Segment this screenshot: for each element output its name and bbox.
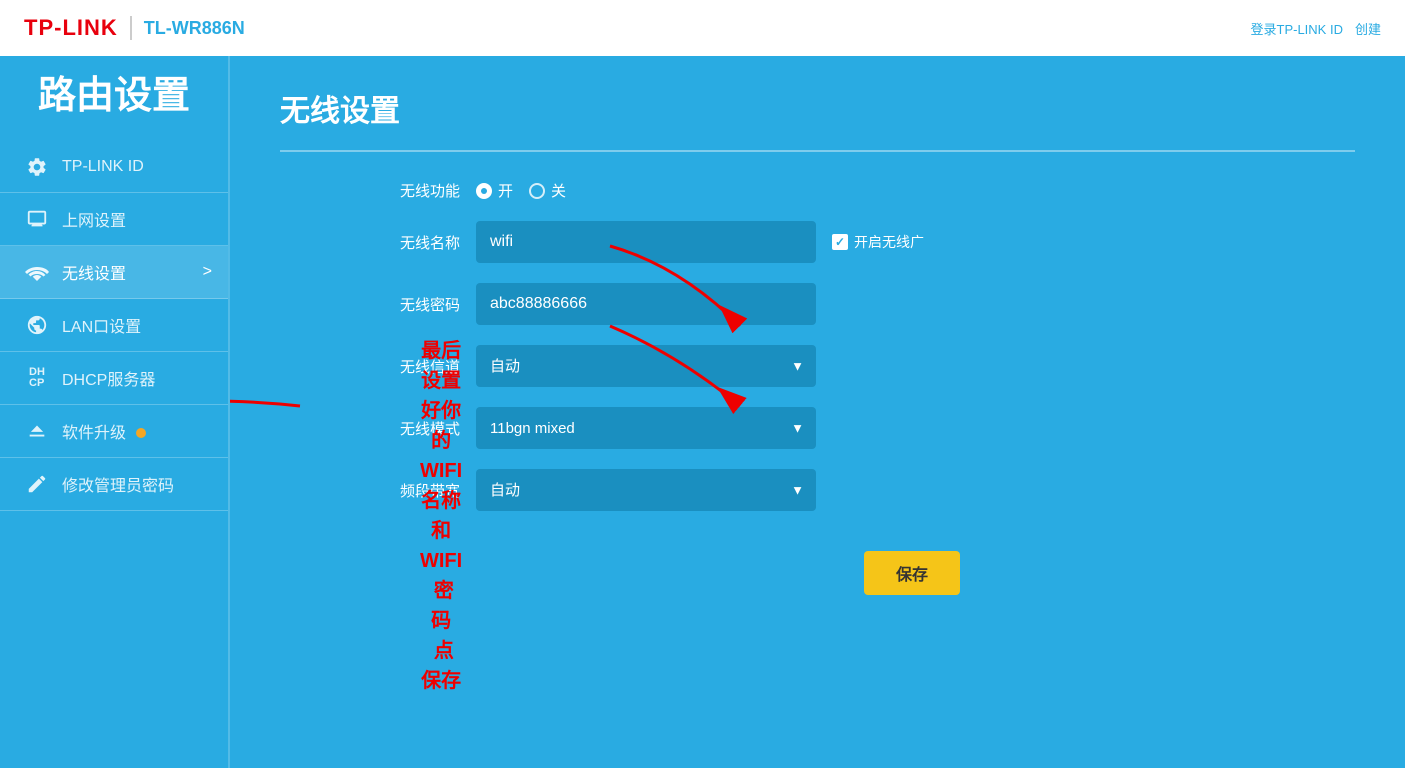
bandwidth-row: 频段带宽 自动 20MHz 40MHz <box>360 469 1355 511</box>
edit-icon <box>24 473 50 495</box>
radio-on-label: 开 <box>498 180 513 201</box>
sidebar-title: 路由设置 <box>0 76 228 118</box>
settings-form: 无线功能 开 关 无线名称 开启无线广 <box>360 180 1355 511</box>
sidebar-item-wireless[interactable]: 无线设置 > <box>0 246 228 299</box>
dhcp-icon: DHCP <box>24 367 50 389</box>
bandwidth-select-wrapper: 自动 20MHz 40MHz <box>476 469 816 511</box>
wifi-icon <box>24 262 50 282</box>
sidebar-item-dhcp-label: DHCP服务器 <box>62 366 155 390</box>
wireless-function-radios: 开 关 <box>476 180 566 201</box>
header-links: 登录TP-LINK ID 创建 <box>1251 19 1381 38</box>
upgrade-icon <box>24 420 50 442</box>
broadcast-label: 开启无线广 <box>854 232 924 252</box>
upgrade-badge <box>136 428 146 438</box>
password-label: 无线密码 <box>360 294 460 315</box>
sidebar-item-lan-label: LAN口设置 <box>62 313 141 337</box>
mode-row: 无线模式 11bgn mixed 11b only 11g only 11n o… <box>360 407 1355 449</box>
bandwidth-select[interactable]: 自动 20MHz 40MHz <box>476 469 816 511</box>
radio-off[interactable]: 关 <box>529 180 566 201</box>
save-button[interactable]: 保存 <box>864 551 960 595</box>
sidebar-item-tplink-id[interactable]: TP-LINK ID <box>0 142 228 193</box>
login-link[interactable]: 登录TP-LINK ID <box>1251 19 1343 38</box>
ssid-input[interactable] <box>476 221 816 263</box>
create-link[interactable]: 创建 <box>1355 19 1381 38</box>
broadcast-checkbox[interactable]: 开启无线广 <box>832 232 924 252</box>
arrow-left <box>230 376 310 436</box>
password-input[interactable] <box>476 283 816 325</box>
header: TP-LINK TL-WR886N 登录TP-LINK ID 创建 <box>0 0 1405 56</box>
sidebar-item-lan[interactable]: LAN口设置 <box>0 299 228 352</box>
title-divider <box>280 150 1355 152</box>
logo-divider <box>130 16 132 40</box>
wireless-chevron: > <box>203 263 212 281</box>
sidebar-item-tplink-label: TP-LINK ID <box>62 158 144 176</box>
radio-off-circle <box>529 183 545 199</box>
sidebar-item-internet-label: 上网设置 <box>62 207 126 231</box>
mode-select-wrapper: 11bgn mixed 11b only 11g only 11n only <box>476 407 816 449</box>
sidebar-item-dhcp[interactable]: DHCP DHCP服务器 <box>0 352 228 405</box>
layout: 路由设置 TP-LINK ID 上网设置 <box>0 56 1405 768</box>
lan-icon <box>24 314 50 336</box>
broadcast-checkbox-box <box>832 234 848 250</box>
sidebar-item-admin[interactable]: 修改管理员密码 <box>0 458 228 511</box>
wireless-function-row: 无线功能 开 关 <box>360 180 1355 201</box>
sidebar: 路由设置 TP-LINK ID 上网设置 <box>0 56 230 768</box>
sidebar-item-wireless-label: 无线设置 <box>62 260 126 284</box>
ssid-label: 无线名称 <box>360 232 460 253</box>
model-name: TL-WR886N <box>144 18 245 39</box>
mode-label: 无线模式 <box>360 418 460 439</box>
radio-off-label: 关 <box>551 180 566 201</box>
brand-name: TP-LINK <box>24 15 118 41</box>
monitor-icon <box>24 208 50 230</box>
channel-select-wrapper: 自动 1 2 3 <box>476 345 816 387</box>
sidebar-item-admin-label: 修改管理员密码 <box>62 472 174 496</box>
channel-select[interactable]: 自动 1 2 3 <box>476 345 816 387</box>
mode-select[interactable]: 11bgn mixed 11b only 11g only 11n only <box>476 407 816 449</box>
page-title: 无线设置 <box>280 86 1355 130</box>
sidebar-item-upgrade-label: 软件升级 <box>62 419 146 443</box>
ssid-row: 无线名称 开启无线广 <box>360 221 1355 263</box>
radio-on[interactable]: 开 <box>476 180 513 201</box>
main-content: 无线设置 最后设置好你的WIFI 名称和WIFI 密码 点保存 <box>230 56 1405 768</box>
wireless-function-label: 无线功能 <box>360 180 460 201</box>
channel-label: 无线信道 <box>360 356 460 377</box>
bandwidth-label: 频段带宽 <box>360 480 460 501</box>
password-row: 无线密码 <box>360 283 1355 325</box>
logo: TP-LINK TL-WR886N <box>24 15 245 41</box>
channel-row: 无线信道 自动 1 2 3 <box>360 345 1355 387</box>
sidebar-item-upgrade[interactable]: 软件升级 <box>0 405 228 458</box>
sidebar-item-internet[interactable]: 上网设置 <box>0 193 228 246</box>
radio-on-circle <box>476 183 492 199</box>
gear-icon <box>24 156 50 178</box>
